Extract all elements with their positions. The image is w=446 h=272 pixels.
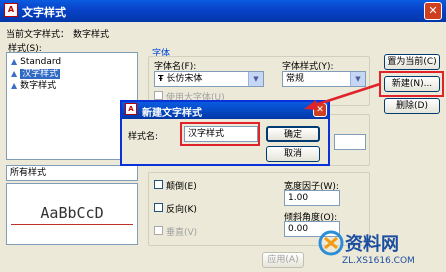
preview-box: AaBbCcD [6, 183, 138, 245]
cancel-button[interactable]: 取消 [266, 146, 320, 162]
style-item-standard[interactable]: ▲ Standard [11, 56, 61, 68]
new-style-dialog: A 新建文字样式 ✕ 样式名: 汉字样式 确定 取消 [120, 100, 330, 166]
autocad-app-icon: A [4, 3, 18, 17]
autocad-app-icon: A [125, 103, 137, 115]
window-title: 文字样式 [22, 6, 66, 19]
delete-style-button[interactable]: 删除(D) [384, 98, 440, 114]
current-style-value: 数字样式 [73, 30, 110, 40]
new-style-dialog-title: 新建文字样式 [142, 108, 202, 119]
upside-down-checkbox[interactable] [154, 180, 163, 189]
ok-button[interactable]: 确定 [266, 126, 320, 142]
vertical-checkbox[interactable] [154, 226, 163, 235]
vertical-label: 垂直(V) [166, 228, 198, 238]
truetype-font-icon: Ŧ [158, 74, 164, 83]
watermark-logo-text: 资料网 [345, 234, 399, 255]
height-input[interactable] [334, 134, 366, 150]
style-item-digits[interactable]: ▲ 数字样式 [11, 80, 56, 92]
current-style-label: 当前文字样式： [6, 30, 70, 40]
apply-button[interactable]: 应用(A) [262, 252, 304, 268]
backwards-checkbox[interactable] [154, 203, 163, 212]
preview-baseline [11, 224, 133, 225]
style-item-chinese[interactable]: ▲ 汉字样式 [11, 68, 61, 80]
chevron-down-icon: ▼ [248, 72, 263, 86]
text-style-icon: ▲ [11, 57, 18, 66]
styles-list[interactable]: ▲ Standard ▲ 汉字样式 ▲ 数字样式 [6, 52, 138, 160]
set-current-button[interactable]: 置为当前(C) [384, 54, 440, 70]
preview-text: AaBbCcD [40, 204, 104, 222]
text-style-icon: ▲ [11, 69, 18, 78]
backwards-label: 反向(K) [166, 205, 197, 215]
text-style-icon: ▲ [11, 81, 18, 90]
font-name-select[interactable]: Ŧ 长仿宋体 ▼ [154, 71, 264, 87]
annotation-arrow [304, 82, 381, 110]
width-factor-input[interactable]: 1.00 [284, 190, 340, 206]
window-titlebar [0, 0, 446, 22]
big-font-checkbox[interactable] [154, 91, 163, 100]
style-name-label: 样式名: [128, 132, 159, 142]
watermark-url: ZL.XS1616.COM [342, 256, 415, 266]
styles-filter-select[interactable]: 所有样式 [6, 165, 138, 181]
xs-logo-icon [318, 230, 344, 256]
style-name-highlight [180, 122, 260, 146]
window-close-button[interactable]: ✕ [424, 2, 442, 20]
new-button-highlight [379, 71, 444, 97]
upside-down-label: 颠倒(E) [166, 182, 197, 192]
